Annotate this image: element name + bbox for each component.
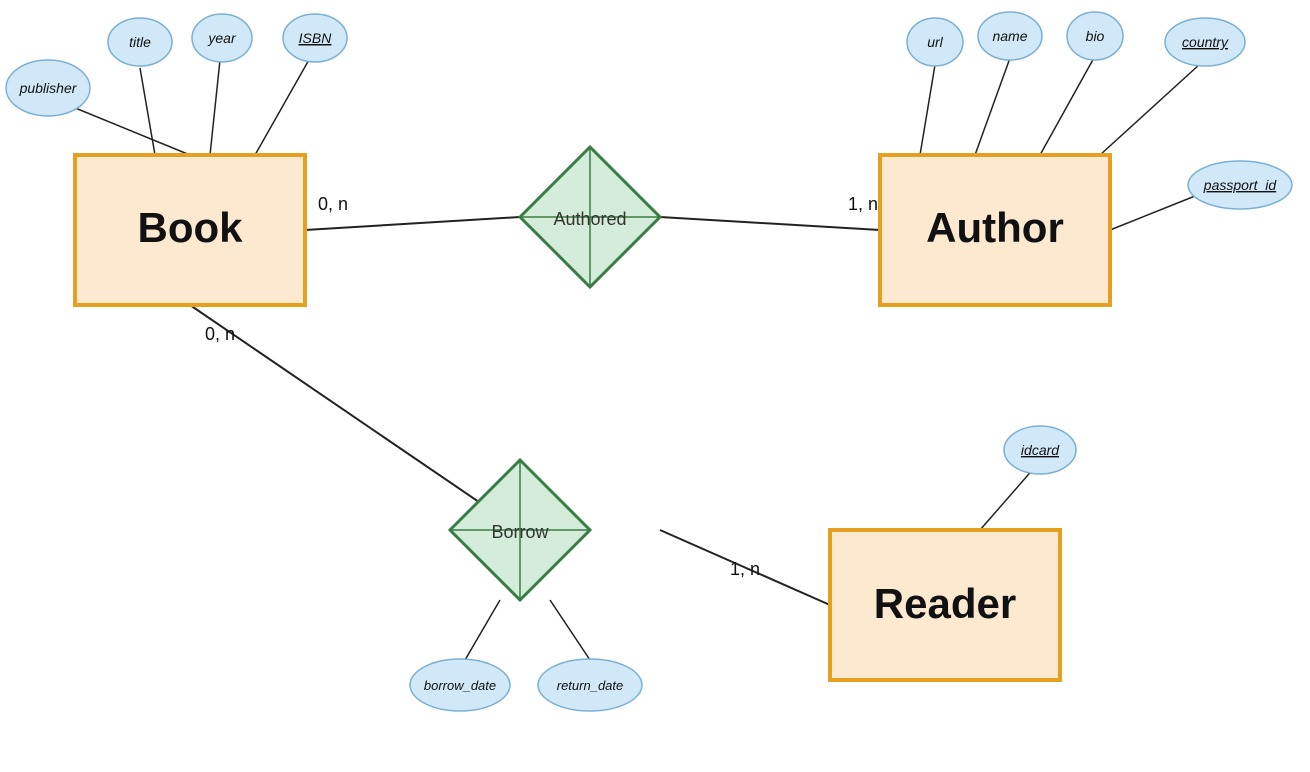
cardinality-reader-borrow: 1, n bbox=[730, 559, 760, 579]
line-book-authored bbox=[305, 217, 520, 230]
line-borrow-borrowdate bbox=[465, 600, 500, 660]
line-author-url bbox=[920, 65, 935, 155]
entity-reader-label: Reader bbox=[874, 580, 1016, 627]
entity-author-label: Author bbox=[926, 204, 1064, 251]
attr-borrow-borrowdate-label: borrow_date bbox=[424, 678, 496, 693]
cardinality-book-authored: 0, n bbox=[318, 194, 348, 214]
attr-book-title-label: title bbox=[129, 34, 151, 50]
line-authored-author bbox=[660, 217, 880, 230]
attr-author-passport-label: passport_id bbox=[1203, 177, 1278, 193]
entity-book-label: Book bbox=[138, 204, 244, 251]
line-book-publisher bbox=[68, 105, 190, 155]
attr-borrow-returndate-label: return_date bbox=[557, 678, 624, 693]
cardinality-author-authored: 1, n bbox=[848, 194, 878, 214]
line-author-country bbox=[1100, 64, 1200, 155]
attr-reader-idcard-label: idcard bbox=[1021, 442, 1060, 458]
attr-author-bio-label: bio bbox=[1086, 28, 1105, 44]
attr-book-isbn-label: ISBN bbox=[299, 30, 333, 46]
line-reader-idcard bbox=[980, 467, 1035, 530]
attr-author-name-label: name bbox=[992, 28, 1027, 44]
line-author-name bbox=[975, 58, 1010, 155]
line-book-year bbox=[210, 60, 220, 155]
line-borrow-returndate bbox=[550, 600, 590, 660]
cardinality-book-borrow: 0, n bbox=[205, 324, 235, 344]
attr-book-year-label: year bbox=[207, 30, 237, 46]
relationship-borrow-label: Borrow bbox=[491, 522, 549, 542]
line-book-isbn bbox=[255, 58, 310, 155]
line-author-passport bbox=[1110, 192, 1205, 230]
line-book-borrow bbox=[190, 305, 520, 530]
attr-book-publisher-label: publisher bbox=[19, 80, 78, 96]
attr-author-url-label: url bbox=[927, 34, 943, 50]
line-book-title bbox=[140, 68, 155, 155]
er-diagram: Book Author Reader Authored Borrow publi… bbox=[0, 0, 1310, 772]
relationship-authored-label: Authored bbox=[553, 209, 626, 229]
line-author-bio bbox=[1040, 56, 1095, 155]
attr-author-country-label: country bbox=[1182, 34, 1229, 50]
